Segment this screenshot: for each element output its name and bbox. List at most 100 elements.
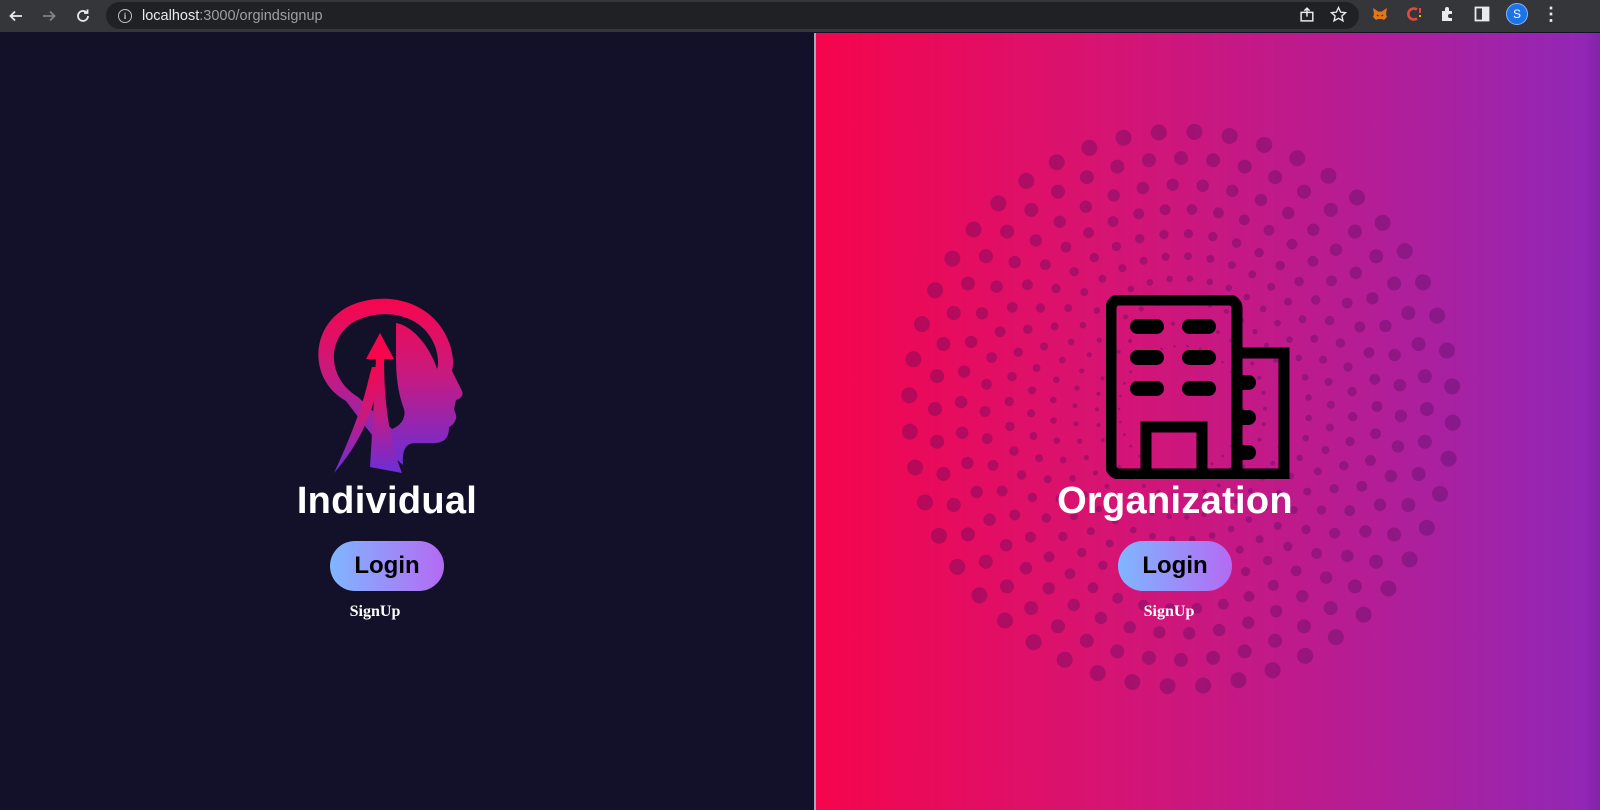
background-dot <box>996 485 1008 497</box>
background-dot <box>964 335 978 349</box>
background-dot <box>1110 159 1125 174</box>
background-dot <box>1302 434 1309 442</box>
background-dot <box>1329 484 1339 494</box>
side-panel-icon[interactable] <box>1472 4 1492 24</box>
organization-card: Organization Login SignUp <box>1052 480 1298 621</box>
background-dot <box>1022 279 1033 291</box>
background-dot <box>1056 651 1073 668</box>
background-dot <box>979 406 991 417</box>
background-dot <box>1208 231 1218 242</box>
background-dot <box>1230 672 1247 689</box>
background-dot <box>1183 229 1194 239</box>
individual-title: Individual <box>296 480 478 522</box>
background-dot <box>1206 650 1221 665</box>
background-dot <box>1429 307 1446 324</box>
background-dot <box>1100 438 1105 443</box>
organization-signup-link[interactable]: SignUp <box>1144 603 1195 621</box>
background-dot <box>981 378 992 390</box>
site-info-icon[interactable]: i <box>118 8 132 23</box>
background-dot <box>1035 454 1043 463</box>
background-dot <box>927 282 944 299</box>
background-dot <box>1263 224 1275 236</box>
background-dot <box>1275 260 1285 271</box>
background-dot <box>1225 284 1233 292</box>
extension-c-icon[interactable] <box>1404 4 1424 24</box>
address-bar[interactable]: i localhost:3000/orgindsignup <box>106 2 1359 29</box>
reload-button[interactable] <box>67 2 99 30</box>
background-dot <box>1323 601 1338 616</box>
background-dot <box>1051 283 1061 294</box>
background-dot <box>971 587 988 604</box>
bookmark-star-icon[interactable] <box>1330 6 1347 23</box>
background-dot <box>1079 170 1094 185</box>
background-dot <box>1029 432 1038 440</box>
background-dot <box>1019 562 1033 575</box>
background-dot <box>1124 674 1141 690</box>
background-dot <box>1341 297 1353 309</box>
background-dot <box>1040 342 1049 351</box>
background-dot <box>1388 348 1401 362</box>
background-dot <box>1206 278 1213 286</box>
background-dot <box>954 395 968 409</box>
background-dot <box>1083 455 1089 461</box>
background-dot <box>1000 579 1014 594</box>
background-dot <box>1053 437 1061 445</box>
background-dot <box>1369 554 1384 569</box>
background-dot <box>1089 665 1106 682</box>
background-dot <box>1411 467 1426 481</box>
background-dot <box>1079 633 1094 648</box>
background-dot <box>901 423 918 440</box>
background-dot <box>1320 571 1333 584</box>
background-dot <box>983 513 996 526</box>
back-button[interactable] <box>0 2 32 30</box>
organization-login-button[interactable]: Login <box>1118 541 1232 591</box>
background-dot <box>1365 455 1376 466</box>
background-dot <box>1415 274 1431 291</box>
background-dot <box>1324 315 1335 326</box>
background-dot <box>1327 629 1344 646</box>
individual-login-button[interactable]: Login <box>330 541 444 591</box>
background-dot <box>1093 307 1101 314</box>
background-dot <box>1417 369 1432 384</box>
extensions-puzzle-icon[interactable] <box>1438 4 1458 24</box>
background-dot <box>1074 385 1080 391</box>
background-dot <box>981 433 993 445</box>
individual-card: Individual Login SignUp <box>293 480 481 621</box>
background-dot <box>1136 181 1150 195</box>
background-dot <box>1335 338 1346 348</box>
background-dot <box>1118 264 1127 273</box>
background-dot <box>1183 627 1196 640</box>
background-dot <box>1107 216 1119 227</box>
background-dot <box>916 494 933 511</box>
background-dot <box>957 365 971 378</box>
share-icon[interactable] <box>1299 6 1316 23</box>
background-dot <box>1248 270 1257 279</box>
background-dot <box>1040 259 1051 270</box>
background-dot <box>1294 276 1304 287</box>
background-dot <box>1080 288 1089 297</box>
browser-menu-icon[interactable]: ⋮ <box>1542 5 1560 23</box>
background-dot <box>1050 396 1057 404</box>
background-dot <box>1184 252 1192 261</box>
url-path: :3000/orgindsignup <box>199 7 323 24</box>
background-dot <box>1174 652 1188 667</box>
background-dot <box>1166 178 1179 191</box>
background-dot <box>1098 274 1107 283</box>
individual-signup-link[interactable]: SignUp <box>350 603 401 621</box>
background-dot <box>1213 207 1224 219</box>
page-content: Individual Login SignUp Organization Log… <box>0 33 1600 810</box>
background-dot <box>1319 355 1327 364</box>
background-dot <box>1295 354 1303 362</box>
background-dot <box>1100 376 1105 381</box>
metamask-extension-icon[interactable] <box>1370 4 1390 24</box>
background-dot <box>1237 644 1252 659</box>
background-dot <box>1009 509 1021 521</box>
background-dot <box>1050 322 1059 331</box>
background-dot <box>1009 446 1019 456</box>
profile-avatar[interactable]: S <box>1506 3 1528 25</box>
background-dot <box>1092 470 1099 476</box>
background-dot <box>1321 446 1330 454</box>
background-dot <box>1000 224 1015 239</box>
url-host: localhost <box>142 7 200 24</box>
forward-button[interactable] <box>33 2 65 30</box>
